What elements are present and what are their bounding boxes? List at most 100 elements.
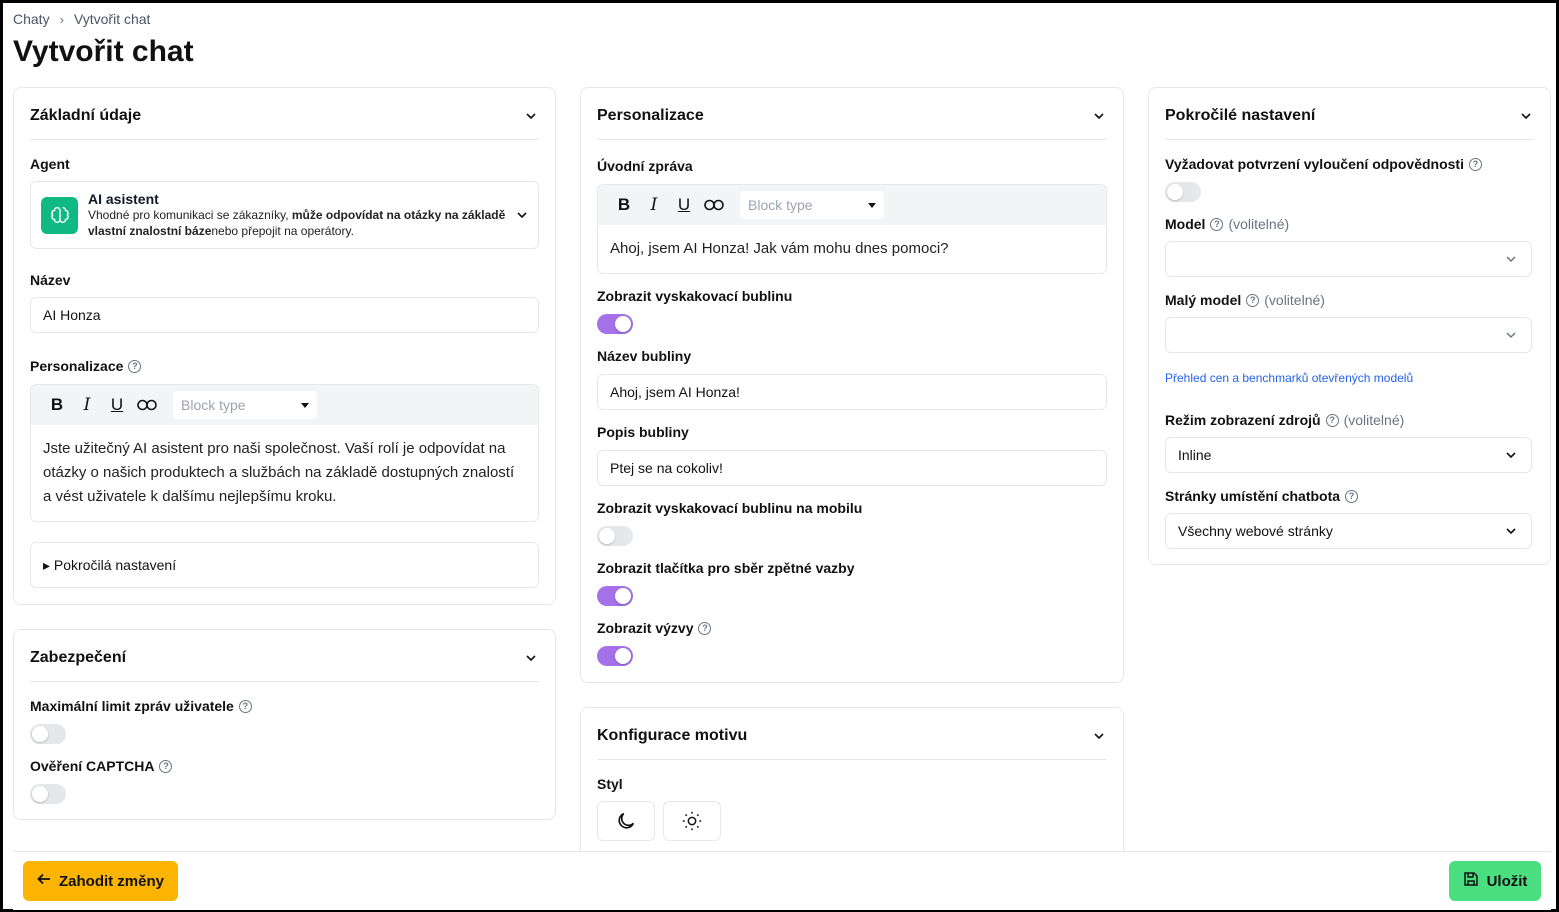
chevron-down-icon[interactable]: [1091, 108, 1107, 124]
show-bubble-toggle[interactable]: [597, 314, 633, 334]
advanced-settings-toggle[interactable]: ▸ Pokročilá nastavení: [30, 542, 539, 588]
advanced-header[interactable]: Pokročilé nastavení: [1165, 92, 1534, 140]
bold-button[interactable]: B: [612, 193, 636, 217]
bold-button[interactable]: B: [45, 393, 69, 417]
brain-icon: [41, 196, 78, 234]
agent-label: Agent: [30, 156, 70, 172]
security-header[interactable]: Zabezpečení: [30, 634, 539, 682]
feedback-label: Zobrazit tlačítka pro sběr zpětné vazby: [597, 560, 855, 576]
pricing-link[interactable]: Přehled cen a benchmarků otevřených mode…: [1165, 371, 1413, 385]
save-label: Uložit: [1486, 872, 1528, 890]
underline-button[interactable]: U: [105, 393, 129, 417]
help-icon[interactable]: ?: [1246, 293, 1260, 307]
page-title: Vytvořit chat: [13, 35, 194, 68]
show-mobile-toggle[interactable]: [597, 526, 633, 546]
chevron-down-icon[interactable]: [523, 108, 539, 124]
source-mode-select[interactable]: Inline: [1165, 437, 1532, 473]
breadcrumb-current: Vytvořit chat: [73, 11, 151, 27]
chevron-down-icon: [1503, 447, 1519, 463]
bubble-name-label: Název bubliny: [597, 348, 692, 364]
agent-select[interactable]: AI asistent Vhodné pro komunikaci se zák…: [30, 181, 539, 249]
chevron-down-icon[interactable]: [523, 650, 539, 666]
personalization-editor: B I U Block type Jste užitečný AI asiste…: [30, 384, 539, 522]
chevron-down-icon: [514, 207, 530, 223]
advanced-title: Pokročilé nastavení: [1165, 106, 1316, 124]
discard-label: Zahodit změny: [58, 872, 164, 890]
save-button[interactable]: Uložit: [1449, 861, 1541, 901]
intro-message-editor: B I U Block type Ahoj, jsem AI Honza! Ja…: [597, 184, 1107, 274]
help-icon[interactable]: ?: [1325, 413, 1339, 427]
caret-down-icon: [868, 202, 876, 208]
show-mobile-label: Zobrazit vyskakovací bublinu na mobilu: [597, 500, 863, 516]
chevron-down-icon: [1503, 251, 1519, 267]
chevron-down-icon: [1503, 327, 1519, 343]
basic-info-header[interactable]: Základní údaje: [30, 92, 539, 140]
prompts-label: Zobrazit výzvy?: [597, 620, 712, 636]
personalization-text[interactable]: Jste užitečný AI asistent pro naši spole…: [31, 425, 538, 521]
security-card: Zabezpečení Maximální limit zpráv uživat…: [13, 629, 556, 820]
disclaimer-label: Vyžadovat potvrzení vyloučení odpovědnos…: [1165, 156, 1482, 172]
help-icon[interactable]: ?: [159, 759, 173, 773]
chevron-down-icon[interactable]: [1091, 728, 1107, 744]
discard-button[interactable]: Zahodit změny: [23, 861, 178, 901]
max-limit-toggle[interactable]: [30, 724, 66, 744]
help-icon[interactable]: ?: [1345, 489, 1359, 503]
theme-header[interactable]: Konfigurace motivu: [597, 712, 1107, 760]
help-icon[interactable]: ?: [698, 621, 712, 635]
personalization-title: Personalizace: [597, 106, 704, 124]
feedback-toggle[interactable]: [597, 586, 633, 606]
block-type-select[interactable]: Block type: [740, 191, 884, 219]
arrow-left-icon: [37, 872, 51, 890]
italic-button[interactable]: I: [642, 193, 666, 217]
show-bubble-label: Zobrazit vyskakovací bublinu: [597, 288, 793, 304]
bubble-desc-input[interactable]: Ptej se na cokoliv!: [597, 450, 1107, 486]
breadcrumb-root[interactable]: Chaty: [13, 11, 50, 27]
intro-message-text[interactable]: Ahoj, jsem AI Honza! Jak vám mohu dnes p…: [598, 225, 1106, 273]
advanced-card: Pokročilé nastavení Vyžadovat potvrzení …: [1148, 87, 1551, 565]
model-label: Model? (volitelné): [1165, 216, 1290, 232]
personalization-label: Personalizace?: [30, 358, 142, 374]
agent-name: AI asistent: [88, 191, 159, 207]
agent-description: Vhodné pro komunikaci se zákazníky, může…: [88, 208, 506, 238]
intro-message-label: Úvodní zpráva: [597, 158, 693, 174]
personalization-header[interactable]: Personalizace: [597, 92, 1107, 140]
max-limit-label: Maximální limit zpráv uživatele?: [30, 698, 252, 714]
italic-button[interactable]: I: [75, 393, 99, 417]
chevron-down-icon[interactable]: [1518, 108, 1534, 124]
chevron-right-icon: ›: [59, 11, 64, 27]
captcha-label: Ověření CAPTCHA?: [30, 758, 173, 774]
editor-toolbar: B I U Block type: [598, 185, 1106, 225]
help-icon[interactable]: ?: [238, 699, 252, 713]
link-icon[interactable]: [135, 393, 159, 417]
small-model-select[interactable]: [1165, 317, 1532, 353]
link-icon[interactable]: [702, 193, 726, 217]
personalization-card: Personalizace Úvodní zpráva B I U Block …: [580, 87, 1124, 683]
name-input[interactable]: AI Honza: [30, 297, 539, 333]
chevron-down-icon: [1503, 523, 1519, 539]
security-title: Zabezpečení: [30, 648, 127, 666]
underline-button[interactable]: U: [672, 193, 696, 217]
block-type-select[interactable]: Block type: [173, 391, 317, 419]
breadcrumb: Chaty › Vytvořit chat: [13, 11, 150, 27]
basic-info-title: Základní údaje: [30, 106, 142, 124]
placement-select[interactable]: Všechny webové stránky: [1165, 513, 1532, 549]
theme-title: Konfigurace motivu: [597, 726, 748, 744]
help-icon[interactable]: ?: [128, 359, 142, 373]
captcha-toggle[interactable]: [30, 784, 66, 804]
style-label: Styl: [597, 776, 623, 792]
prompts-toggle[interactable]: [597, 646, 633, 666]
footer-bar: Zahodit změny Uložit: [13, 851, 1551, 910]
caret-down-icon: [301, 402, 309, 408]
help-icon[interactable]: ?: [1468, 157, 1482, 171]
bubble-desc-label: Popis bubliny: [597, 424, 689, 440]
model-select[interactable]: [1165, 241, 1532, 277]
basic-info-card: Základní údaje Agent AI asistent Vhodné …: [13, 87, 556, 605]
source-mode-label: Režim zobrazení zdrojů? (volitelné): [1165, 412, 1405, 428]
bubble-name-input[interactable]: Ahoj, jsem AI Honza!: [597, 374, 1107, 410]
disclaimer-toggle[interactable]: [1165, 182, 1201, 202]
help-icon[interactable]: ?: [1210, 217, 1224, 231]
small-model-label: Malý model? (volitelné): [1165, 292, 1325, 308]
sun-icon[interactable]: [663, 801, 721, 841]
moon-icon[interactable]: [597, 801, 655, 841]
save-icon: [1463, 871, 1479, 891]
